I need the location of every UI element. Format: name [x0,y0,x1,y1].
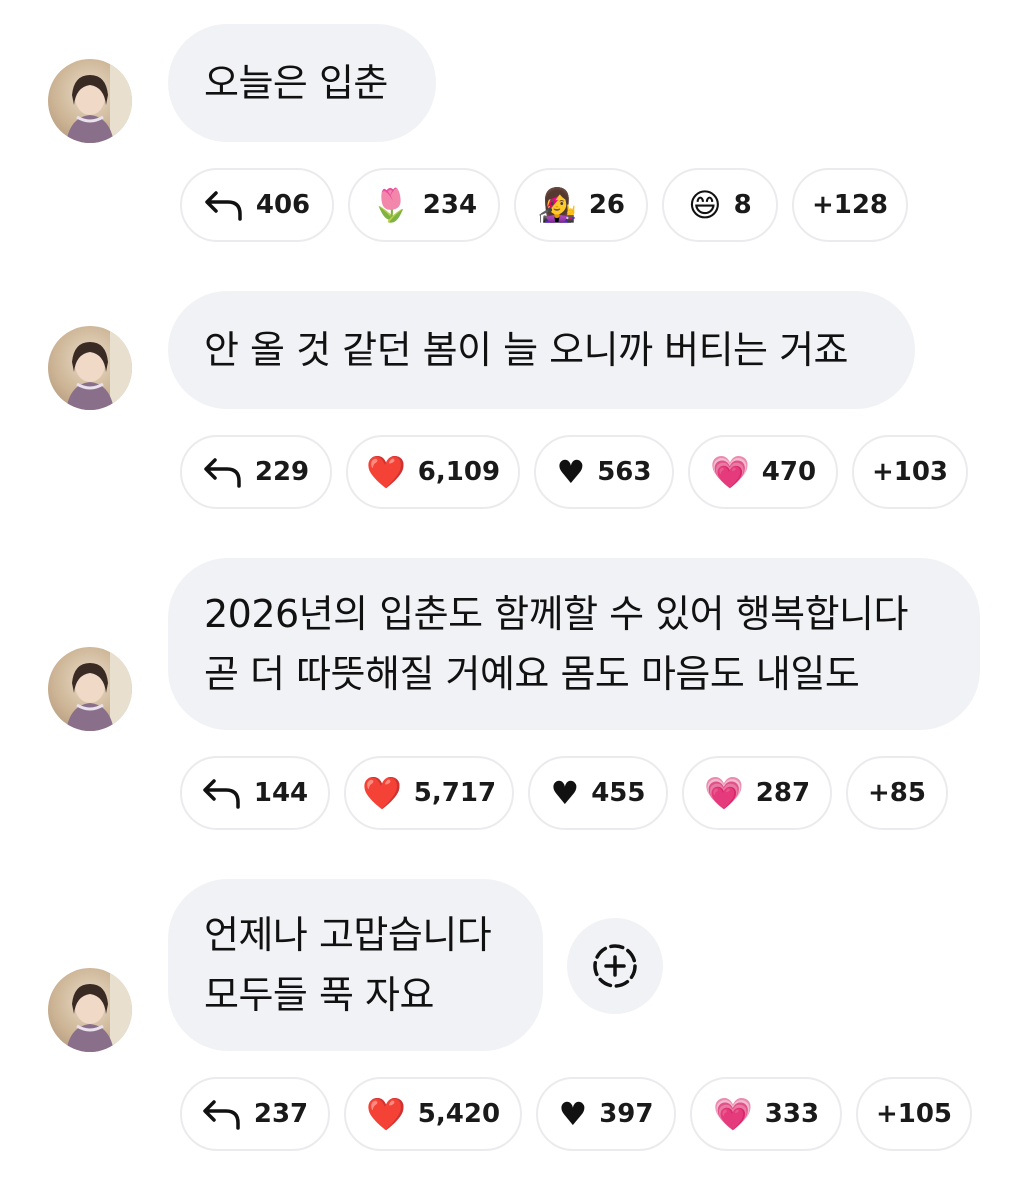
more-reactions-count: +103 [871,457,949,487]
tulip-icon: 🌷 [370,186,411,224]
avatar[interactable] [48,647,132,731]
reply-button[interactable]: 237 [180,1077,330,1151]
reply-icon [203,456,243,488]
reaction-count: 6,109 [417,457,501,487]
reply-count: 237 [253,1099,309,1129]
avatar[interactable] [48,968,132,1052]
red-heart-icon: ❤️ [365,453,406,491]
reaction-bar: 237 ❤️ 5,420 ♥ 397 💗 333 +105 [180,1077,972,1151]
reaction-count: 234 [422,190,478,220]
reaction-bar: 144 ❤️ 5,717 ♥ 455 💗 287 +85 [180,756,948,830]
reaction-black-heart[interactable]: ♥ 563 [534,435,674,509]
reaction-red-heart[interactable]: ❤️ 6,109 [346,435,520,509]
reaction-count: 8 [733,190,752,220]
message-text-line-1: 언제나 고맙습니다 [204,913,492,957]
reaction-tulip[interactable]: 🌷 234 [348,168,500,242]
add-reaction-icon [593,944,637,988]
message-bubble[interactable]: 언제나 고맙습니다 모두들 푹 자요 [168,879,543,1051]
more-reactions-button[interactable]: +103 [852,435,968,509]
message-bubble[interactable]: 2026년의 입춘도 함께할 수 있어 행복합니다 곧 더 따뜻해질 거예요 몸… [168,558,980,730]
profile-photo [66,968,132,1052]
profile-photo [66,59,132,143]
red-heart-icon: ❤️ [361,774,402,812]
reaction-count: 5,717 [413,778,497,808]
reaction-count: 397 [599,1099,654,1129]
reply-icon [202,1098,242,1130]
reply-button[interactable]: 144 [180,756,330,830]
grinning-face-icon: 😄 [688,186,722,224]
black-heart-icon: ♥ [556,453,586,491]
reaction-bar: 406 🌷 234 👩‍🎤 26 😄 8 +128 [180,168,908,242]
reaction-count: 5,420 [417,1099,501,1129]
reply-count: 406 [255,190,311,220]
reaction-pink-heart[interactable]: 💗 333 [690,1077,842,1151]
woman-singer-icon: 👩‍🎤 [536,186,577,224]
profile-photo [66,647,132,731]
black-heart-icon: ♥ [550,774,580,812]
reaction-black-heart[interactable]: ♥ 455 [528,756,668,830]
reaction-count: 26 [588,190,626,220]
avatar[interactable] [48,326,132,410]
reaction-red-heart[interactable]: ❤️ 5,717 [344,756,514,830]
red-heart-icon: ❤️ [365,1095,406,1133]
reaction-count: 287 [755,778,811,808]
avatar[interactable] [48,59,132,143]
reaction-black-heart[interactable]: ♥ 397 [536,1077,676,1151]
add-reaction-button[interactable] [567,918,663,1014]
pink-heart-icon: 💗 [703,774,744,812]
black-heart-icon: ♥ [558,1095,588,1133]
message-bubble[interactable]: 오늘은 입춘 [168,24,436,142]
reply-count: 229 [254,457,310,487]
message-text: 안 올 것 같던 봄이 늘 오니까 버티는 거죠 [204,328,849,372]
message-bubble[interactable]: 안 올 것 같던 봄이 늘 오니까 버티는 거죠 [168,291,915,409]
profile-photo [66,326,132,410]
pink-heart-icon: 💗 [712,1095,753,1133]
reaction-count: 455 [591,778,646,808]
reaction-bar: 229 ❤️ 6,109 ♥ 563 💗 470 +103 [180,435,968,509]
reply-count: 144 [253,778,309,808]
more-reactions-button[interactable]: +85 [846,756,948,830]
message-text: 오늘은 입춘 [204,61,388,105]
message-text-line-2: 곧 더 따뜻해질 거예요 몸도 마음도 내일도 [204,652,860,696]
reaction-count: 563 [597,457,652,487]
reaction-woman-singer[interactable]: 👩‍🎤 26 [514,168,648,242]
reaction-pink-heart[interactable]: 💗 287 [682,756,832,830]
reply-icon [204,189,244,221]
more-reactions-count: +128 [811,190,889,220]
reaction-grinning-face[interactable]: 😄 8 [662,168,778,242]
more-reactions-button[interactable]: +128 [792,168,908,242]
message-text-line-2: 모두들 푹 자요 [204,973,434,1017]
more-reactions-button[interactable]: +105 [856,1077,972,1151]
reply-icon [202,777,242,809]
pink-heart-icon: 💗 [709,453,750,491]
message-text-line-1: 2026년의 입춘도 함께할 수 있어 행복합니다 [204,592,908,636]
more-reactions-count: +105 [875,1099,953,1129]
reply-button[interactable]: 406 [180,168,334,242]
reply-button[interactable]: 229 [180,435,332,509]
reaction-count: 333 [764,1099,820,1129]
reaction-count: 470 [761,457,817,487]
more-reactions-count: +85 [868,778,926,808]
reaction-red-heart[interactable]: ❤️ 5,420 [344,1077,522,1151]
reaction-pink-heart[interactable]: 💗 470 [688,435,838,509]
